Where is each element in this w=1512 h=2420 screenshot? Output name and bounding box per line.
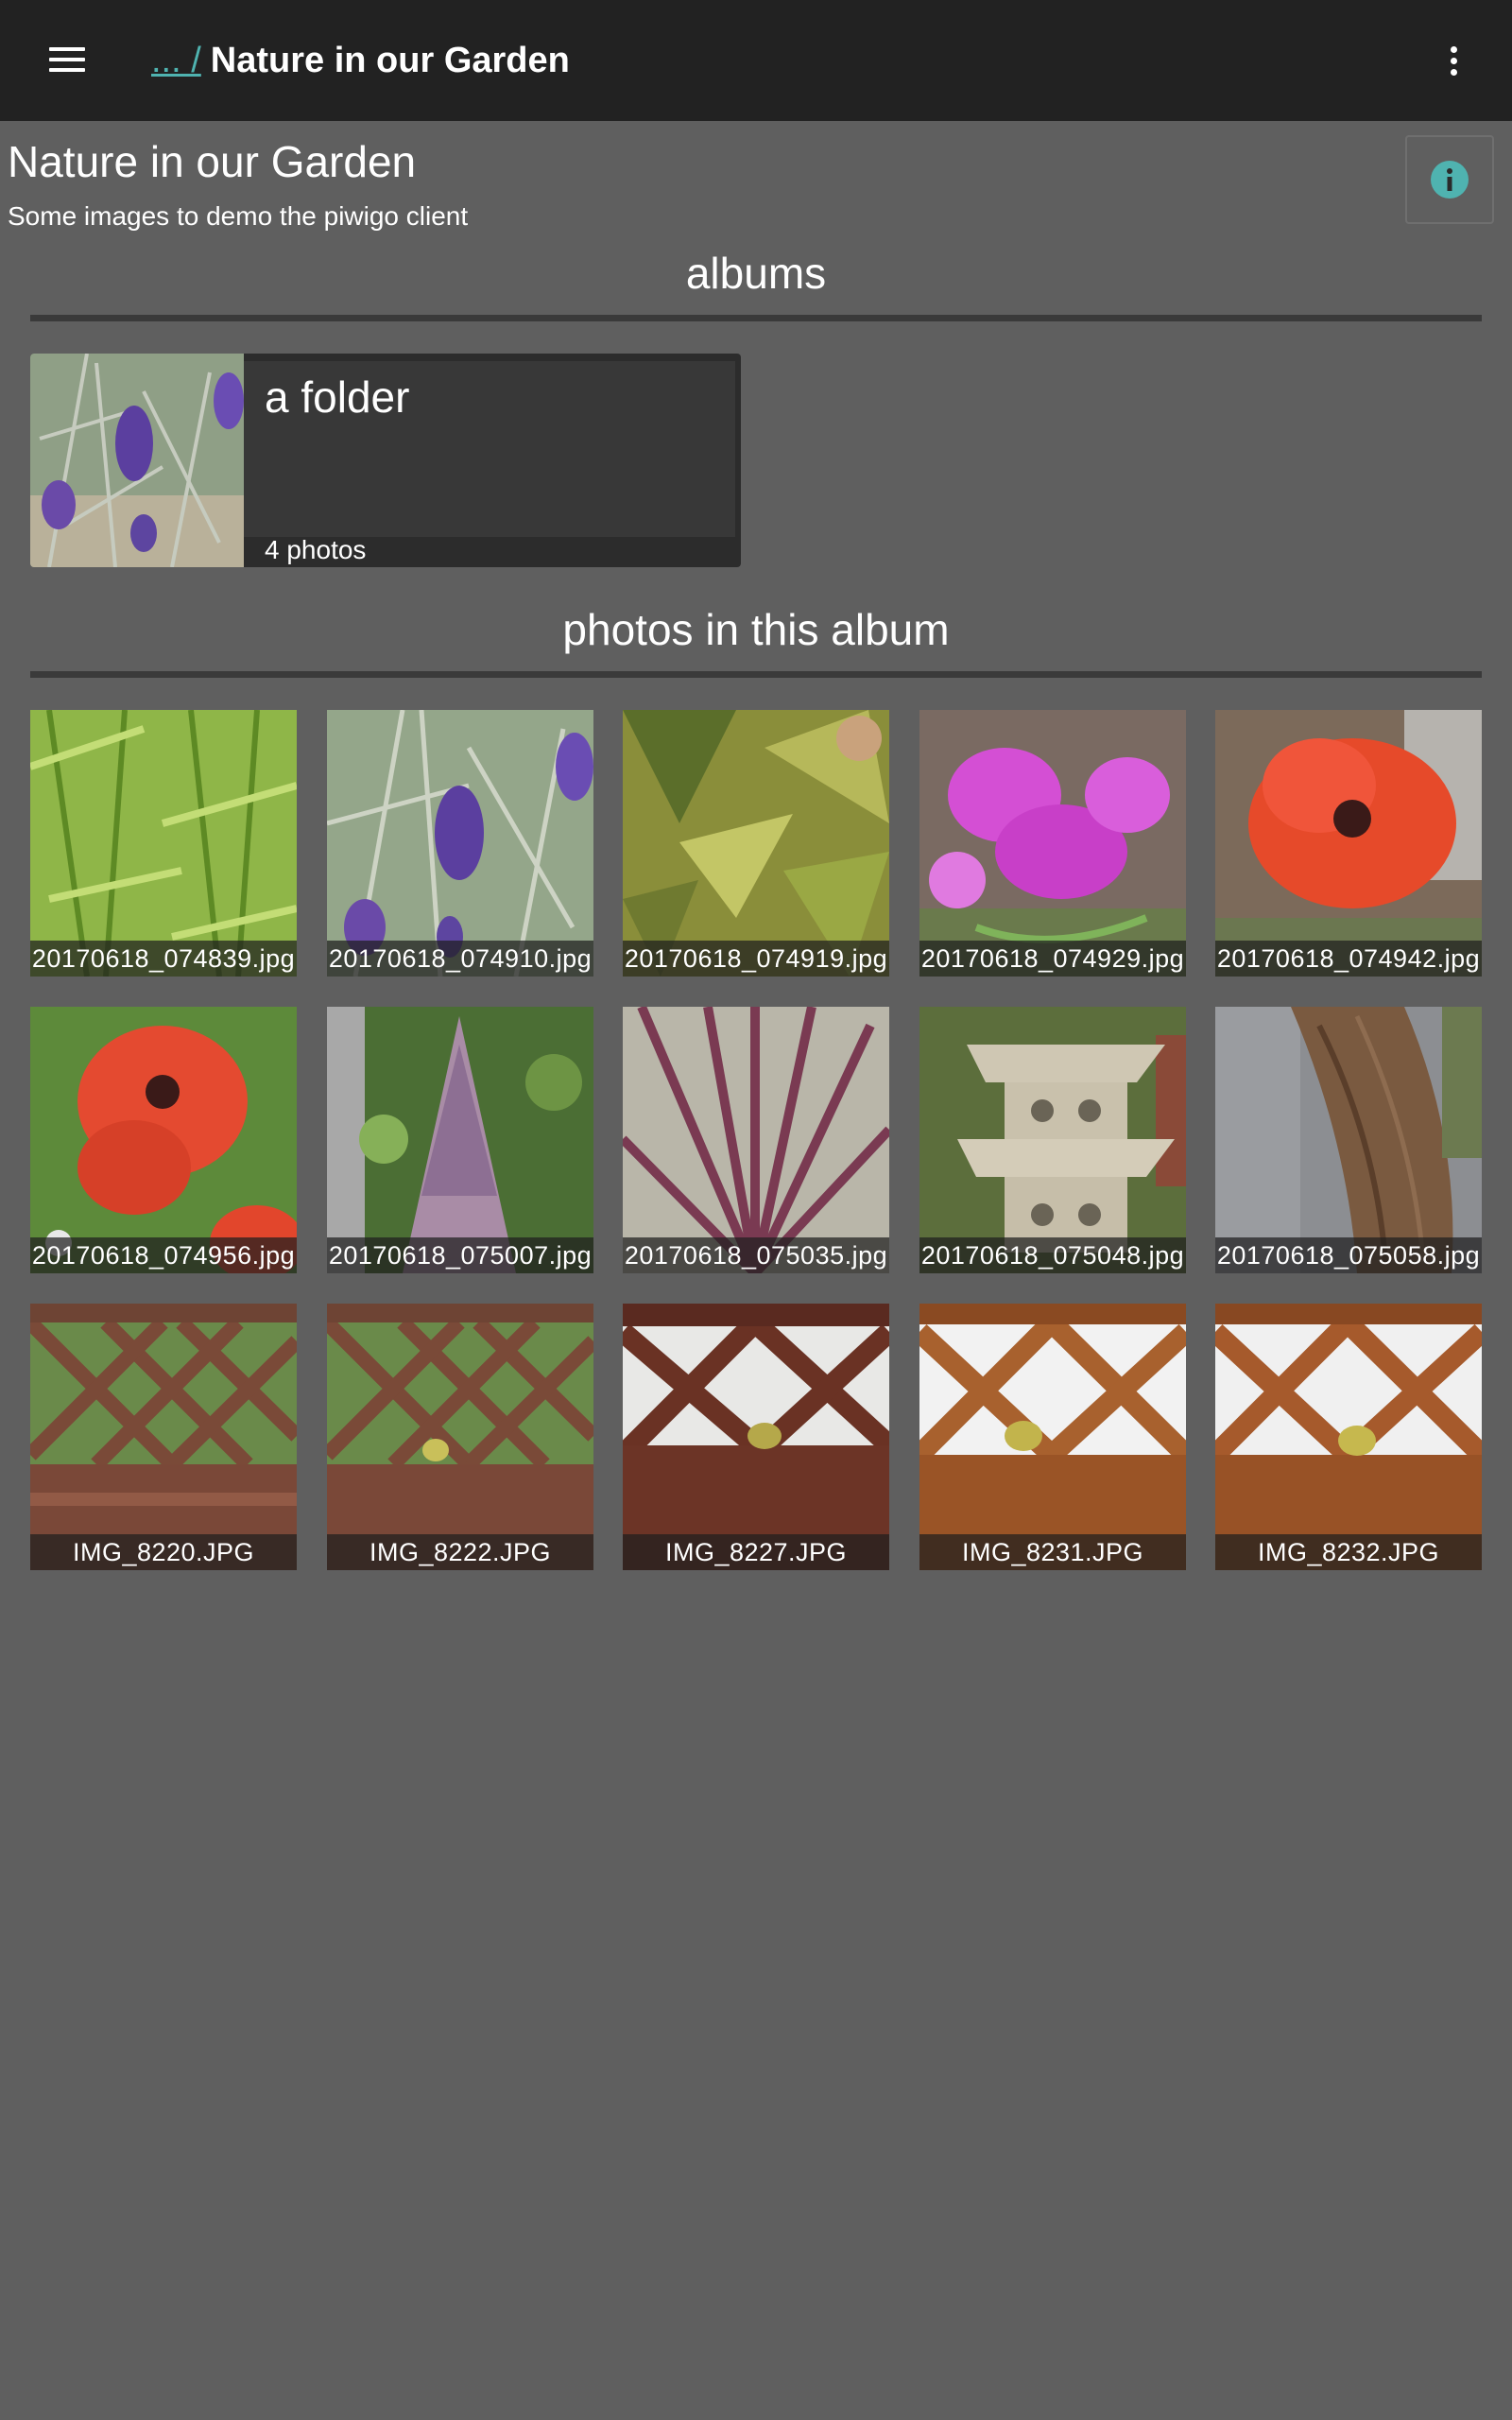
photo-tile[interactable]: 20170618_075007.jpg <box>327 1007 593 1273</box>
photo-tile[interactable]: IMG_8222.JPG <box>327 1304 593 1570</box>
photo-tile[interactable]: 20170618_075048.jpg <box>919 1007 1186 1273</box>
photo-tile[interactable]: 20170618_074919.jpg <box>623 710 889 977</box>
photo-caption: 20170618_075048.jpg <box>919 1237 1186 1273</box>
photo-caption: 20170618_074929.jpg <box>919 941 1186 977</box>
photo-thumbnail <box>30 1304 297 1570</box>
photo-thumbnail <box>327 1304 593 1570</box>
photo-tile[interactable]: IMG_8220.JPG <box>30 1304 297 1570</box>
album-name: a folder <box>265 372 410 422</box>
albums-heading: albums <box>685 249 827 298</box>
page-title: Nature in our Garden <box>8 137 417 186</box>
photo-caption: IMG_8220.JPG <box>30 1534 297 1570</box>
photo-thumbnail <box>623 1304 889 1570</box>
breadcrumb-current-title: Nature in our Garden <box>210 41 570 80</box>
photo-caption: IMG_8227.JPG <box>623 1534 889 1570</box>
photo-caption: IMG_8231.JPG <box>919 1534 1186 1570</box>
breadcrumb-parent-link[interactable]: ... / <box>151 41 201 80</box>
photo-thumbnail <box>30 710 297 977</box>
photo-thumbnail <box>919 710 1186 977</box>
photo-tile[interactable]: 20170618_074956.jpg <box>30 1007 297 1273</box>
album-photo-count: 4 photos <box>265 535 367 564</box>
hamburger-menu-icon[interactable] <box>49 42 87 79</box>
photo-thumbnail <box>623 710 889 977</box>
photo-caption: 20170618_075058.jpg <box>1215 1237 1482 1273</box>
photo-thumbnail <box>1215 710 1482 977</box>
photo-thumbnail <box>623 1007 889 1273</box>
photo-thumbnail <box>30 1007 297 1273</box>
photo-caption: IMG_8222.JPG <box>327 1534 593 1570</box>
photo-tile[interactable]: IMG_8231.JPG <box>919 1304 1186 1570</box>
photo-thumbnail <box>327 1007 593 1273</box>
photo-caption: 20170618_074910.jpg <box>327 941 593 977</box>
photo-tile[interactable]: 20170618_074910.jpg <box>327 710 593 977</box>
photo-tile[interactable]: 20170618_074839.jpg <box>30 710 297 977</box>
photo-tile[interactable]: 20170618_074929.jpg <box>919 710 1186 977</box>
more-vert-icon[interactable] <box>1436 42 1470 79</box>
breadcrumb: ... / Nature in our Garden <box>151 36 570 85</box>
photo-caption: 20170618_074956.jpg <box>30 1237 297 1273</box>
info-icon <box>1431 161 1469 199</box>
page-description: Some images to demo the piwigo client <box>8 201 469 231</box>
photo-tile[interactable]: 20170618_075058.jpg <box>1215 1007 1482 1273</box>
photo-thumbnail <box>327 710 593 977</box>
photo-caption: IMG_8232.JPG <box>1215 1534 1482 1570</box>
photo-tile[interactable]: IMG_8232.JPG <box>1215 1304 1482 1570</box>
album-card[interactable]: a folder 4 photos <box>30 354 741 567</box>
photo-thumbnail <box>1215 1007 1482 1273</box>
album-info-panel: a folder <box>244 361 735 537</box>
photo-thumbnail <box>919 1304 1186 1570</box>
info-button[interactable] <box>1405 135 1494 224</box>
photo-thumbnail <box>919 1007 1186 1273</box>
photos-heading: photos in this album <box>562 605 950 654</box>
photo-tile[interactable]: IMG_8227.JPG <box>623 1304 889 1570</box>
photo-tile[interactable]: 20170618_074942.jpg <box>1215 710 1482 977</box>
photo-caption: 20170618_074919.jpg <box>623 941 889 977</box>
photos-divider <box>30 671 1482 678</box>
app-bar: ... / Nature in our Garden <box>0 0 1512 121</box>
photo-tile[interactable]: 20170618_075035.jpg <box>623 1007 889 1273</box>
photo-caption: 20170618_075007.jpg <box>327 1237 593 1273</box>
photo-caption: 20170618_075035.jpg <box>623 1237 889 1273</box>
album-thumbnail <box>30 354 244 567</box>
photo-caption: 20170618_074839.jpg <box>30 941 297 977</box>
photo-caption: 20170618_074942.jpg <box>1215 941 1482 977</box>
photo-thumbnail <box>1215 1304 1482 1570</box>
albums-divider <box>30 315 1482 321</box>
